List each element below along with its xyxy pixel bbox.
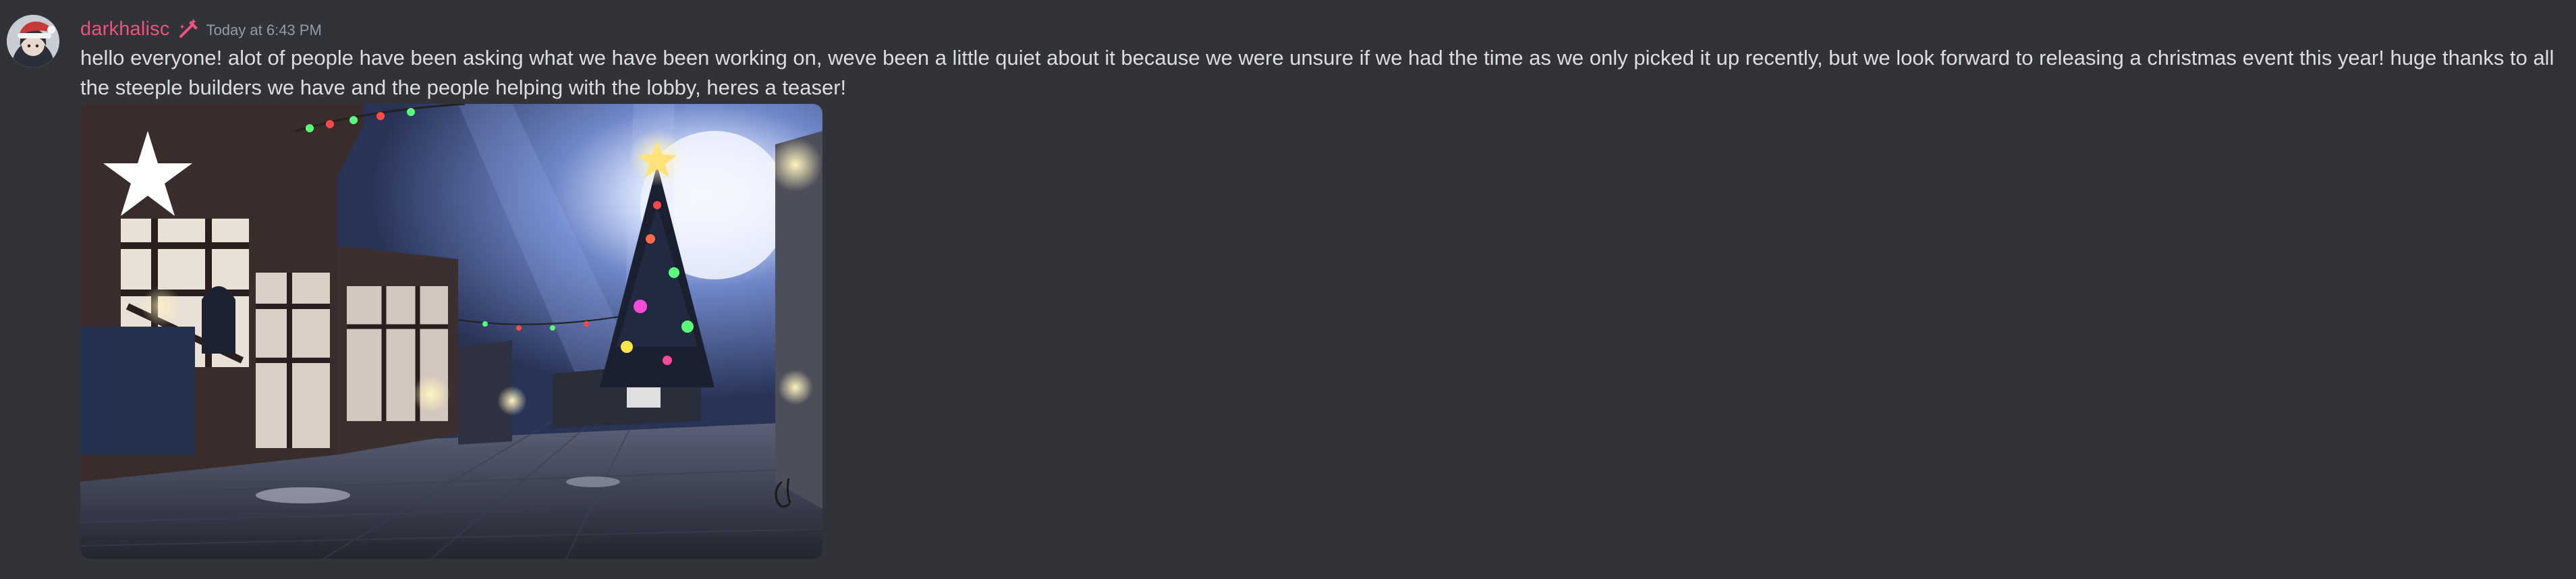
avatar-santa-hat-icon: [7, 15, 59, 67]
christmas-town-image: [80, 104, 822, 559]
author-avatar[interactable]: [7, 15, 59, 67]
image-attachment[interactable]: [80, 104, 822, 559]
message-timestamp[interactable]: Today at 6:43 PM: [206, 19, 322, 39]
message-content: hello everyone! alot of people have been…: [80, 46, 2554, 99]
message-header: darkhalisc Today at 6:43 PM: [80, 15, 322, 43]
author-name[interactable]: darkhalisc: [80, 18, 170, 40]
chat-message: darkhalisc Today at 6:43 PM hello everyo…: [0, 0, 2576, 579]
hammer-sparkle-icon[interactable]: [178, 18, 201, 40]
